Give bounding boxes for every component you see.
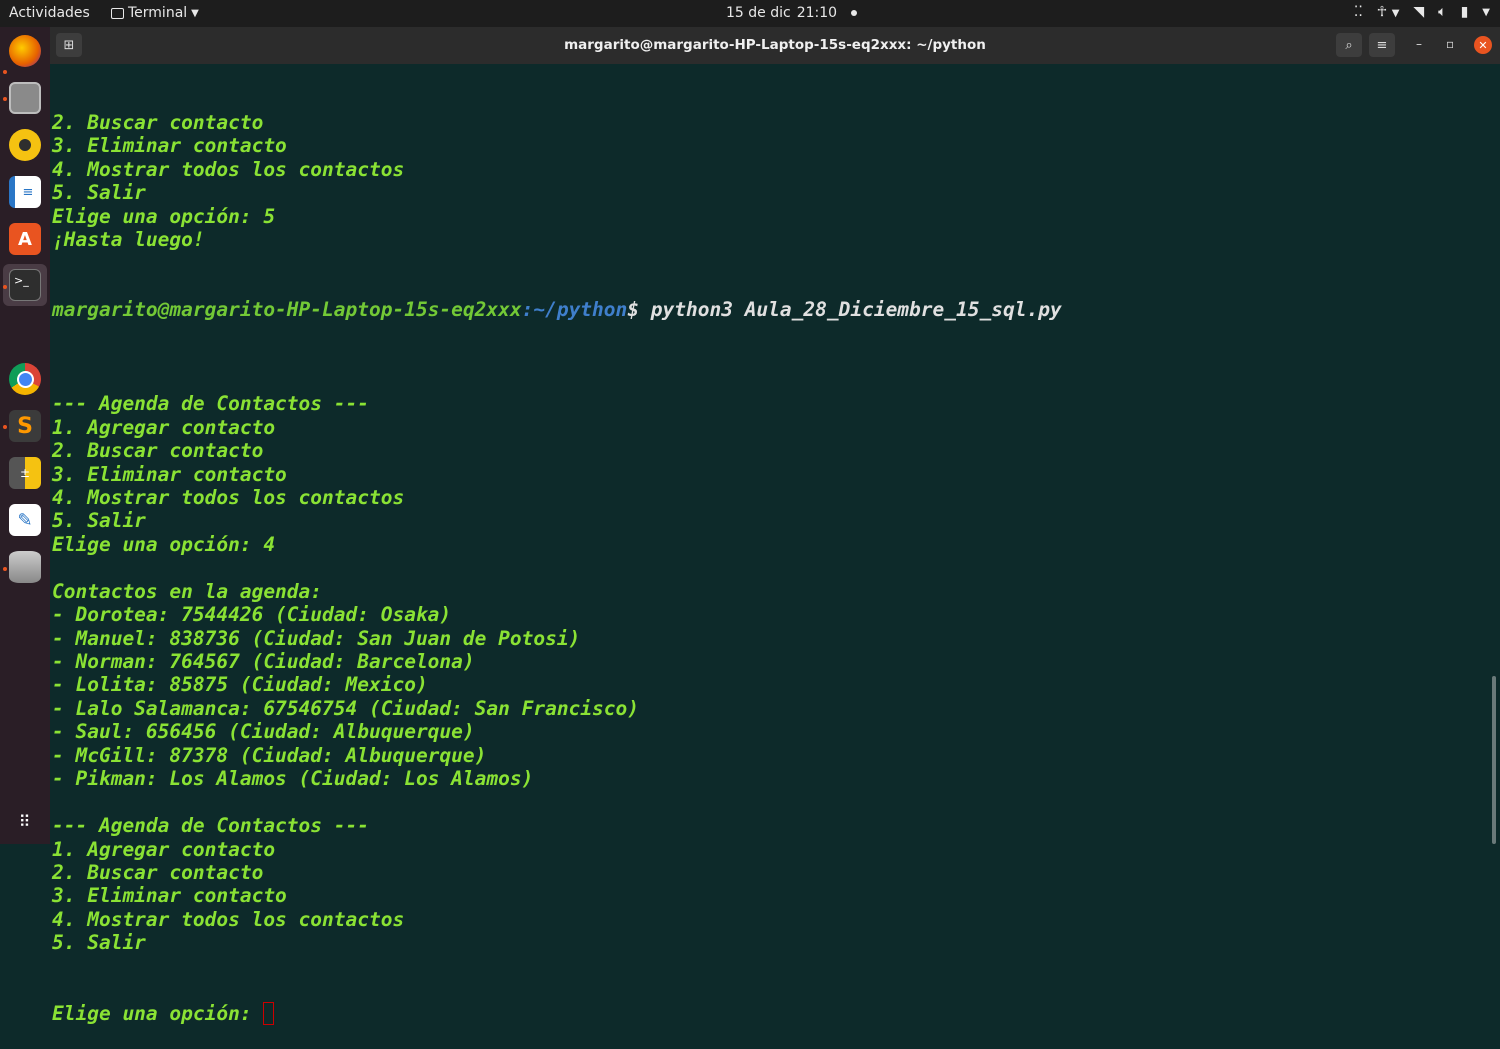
search-icon: ⌕ (1345, 37, 1353, 53)
apps-cluster-icon[interactable] (9, 316, 41, 348)
window-titlebar[interactable]: ⊞ margarito@margarito-HP-Laptop-15s-eq2x… (50, 27, 1500, 64)
prompt-user-host: margarito@margarito-HP-Laptop-15s-eq2xxx (52, 298, 522, 322)
close-icon: ✕ (1478, 38, 1488, 52)
input-prompt-text: Elige una opción: (52, 1001, 264, 1025)
clock-date: 15 de dic (726, 5, 791, 21)
terminal-output[interactable]: 2. Buscar contacto 3. Eliminar contacto 4.… (52, 64, 1492, 1025)
terminal-line: 5. Salir (52, 931, 146, 955)
terminal-line: 3. Eliminar contacto (52, 884, 287, 908)
activities-button[interactable]: Actividades (9, 5, 90, 21)
terminal-small-icon (111, 7, 124, 19)
chrome-icon[interactable] (9, 363, 41, 395)
terminal-line: 2. Buscar contacto (52, 439, 264, 463)
terminal-line: 3. Eliminar contacto (52, 462, 287, 486)
prompt-command: python3 Aula_28_Diciembre_15_sql.py (639, 298, 1062, 322)
terminal-lines-after: --- Agenda de Contactos --- 1. Agregar co… (52, 369, 1492, 955)
input-method-icon[interactable]: ⁚⁚ (1354, 4, 1363, 20)
running-indicator (3, 97, 7, 101)
terminal-line: - Manuel: 838736 (Ciudad: San Juan de Po… (52, 626, 581, 650)
hamburger-icon: ≡ (1376, 37, 1388, 53)
close-button[interactable]: ✕ (1474, 36, 1492, 54)
terminal-line: - McGill: 87378 (Ciudad: Albuquerque) (52, 743, 487, 767)
terminal-line: 1. Agregar contacto (52, 415, 276, 439)
terminal-line: --- Agenda de Contactos --- (52, 392, 369, 416)
system-tray[interactable]: ⁚⁚ ☥ ▼ ◥ 🔈︎ ▮ ▼ (1354, 4, 1490, 20)
terminal-scrollbar[interactable] (1492, 676, 1496, 844)
text-cursor (263, 1001, 275, 1025)
battery-icon: ▮ (1460, 4, 1469, 20)
terminal-line: --- Agenda de Contactos --- (52, 814, 369, 838)
terminal-line: - Lolita: 85875 (Ciudad: Mexico) (52, 673, 428, 697)
top-bar: Actividades Terminal ▼ 15 de dic 21:10 ⁚… (0, 0, 1500, 27)
prompt-path: :~/python (521, 298, 628, 322)
volume-icon: 🔈︎ (1438, 4, 1447, 20)
sublime-text-icon[interactable]: S (9, 410, 41, 442)
input-prompt-line[interactable]: Elige una opción: (52, 1001, 1492, 1025)
window-title: margarito@margarito-HP-Laptop-15s-eq2xxx… (564, 37, 986, 53)
clock-time: 21:10 (796, 5, 838, 21)
files-icon[interactable] (9, 82, 41, 114)
libreoffice-writer-icon[interactable]: ≡ (9, 176, 41, 208)
terminal-line: - Norman: 764567 (Ciudad: Barcelona) (52, 650, 475, 674)
maximize-button[interactable]: ▫ (1446, 37, 1454, 51)
terminal-line: 2. Buscar contacto (52, 110, 264, 134)
terminal-lines-before: 2. Buscar contacto 3. Eliminar contacto 4.… (52, 111, 1492, 252)
running-indicator (3, 70, 7, 74)
caret-down-icon: ▼ (191, 7, 199, 19)
terminal-line: - Pikman: Los Alamos (Ciudad: Los Alamos… (52, 767, 534, 791)
accessibility-icon[interactable]: ☥ ▼ (1377, 4, 1400, 20)
calculator-icon[interactable]: ± (9, 457, 41, 489)
terminal-line: 4. Mostrar todos los contactos (52, 485, 405, 509)
grid-icon[interactable]: ⠿ (9, 805, 41, 837)
database-icon[interactable] (9, 551, 41, 583)
terminal-line: Contactos en la agenda: (52, 579, 323, 603)
running-indicator (3, 425, 7, 429)
search-button[interactable]: ⌕ (1336, 33, 1362, 57)
terminal-icon[interactable]: >_ (9, 269, 41, 301)
terminal-line: 3. Eliminar contacto (52, 134, 287, 158)
app-menu[interactable]: Terminal ▼ (111, 5, 199, 21)
terminal-line: 5. Salir (52, 509, 146, 533)
terminal-line: - Dorotea: 7544426 (Ciudad: Osaka) (52, 603, 452, 627)
system-menu-caret-icon[interactable]: ▼ (1482, 7, 1490, 18)
running-indicator (3, 567, 7, 571)
shell-prompt-line: margarito@margarito-HP-Laptop-15s-eq2xxx… (52, 298, 1492, 321)
prompt-symbol: $ (627, 298, 640, 322)
terminal-line: 1. Agregar contacto (52, 837, 276, 861)
wifi-icon: ◥ (1413, 4, 1425, 20)
menu-button[interactable]: ≡ (1369, 33, 1395, 57)
app-menu-label: Terminal (128, 5, 188, 21)
software-center-icon[interactable]: A (9, 223, 41, 255)
dock: ≡ A >_ S ± ✎ ⠿ (0, 27, 50, 844)
terminal-line: 2. Buscar contacto (52, 860, 264, 884)
text-editor-icon[interactable]: ✎ (9, 504, 41, 536)
terminal-line: Elige una opción: 4 (52, 532, 276, 556)
terminal-line: Elige una opción: 5 (52, 204, 276, 228)
terminal-line: 4. Mostrar todos los contactos (52, 157, 405, 181)
firefox-icon[interactable] (9, 35, 41, 67)
terminal-line: ¡Hasta luego! (52, 228, 205, 252)
terminal-line: - Saul: 656456 (Ciudad: Albuquerque) (52, 720, 475, 744)
minimize-button[interactable]: – (1416, 37, 1422, 51)
running-indicator (3, 285, 7, 289)
rhythmbox-icon[interactable] (9, 129, 41, 161)
terminal-line: - Lalo Salamanca: 67546754 (Ciudad: San … (52, 696, 639, 720)
notification-dot-icon (851, 10, 858, 16)
terminal-line: 4. Mostrar todos los contactos (52, 907, 405, 931)
terminal-line: 5. Salir (52, 181, 146, 205)
clock[interactable]: 15 de dic 21:10 (726, 5, 858, 21)
